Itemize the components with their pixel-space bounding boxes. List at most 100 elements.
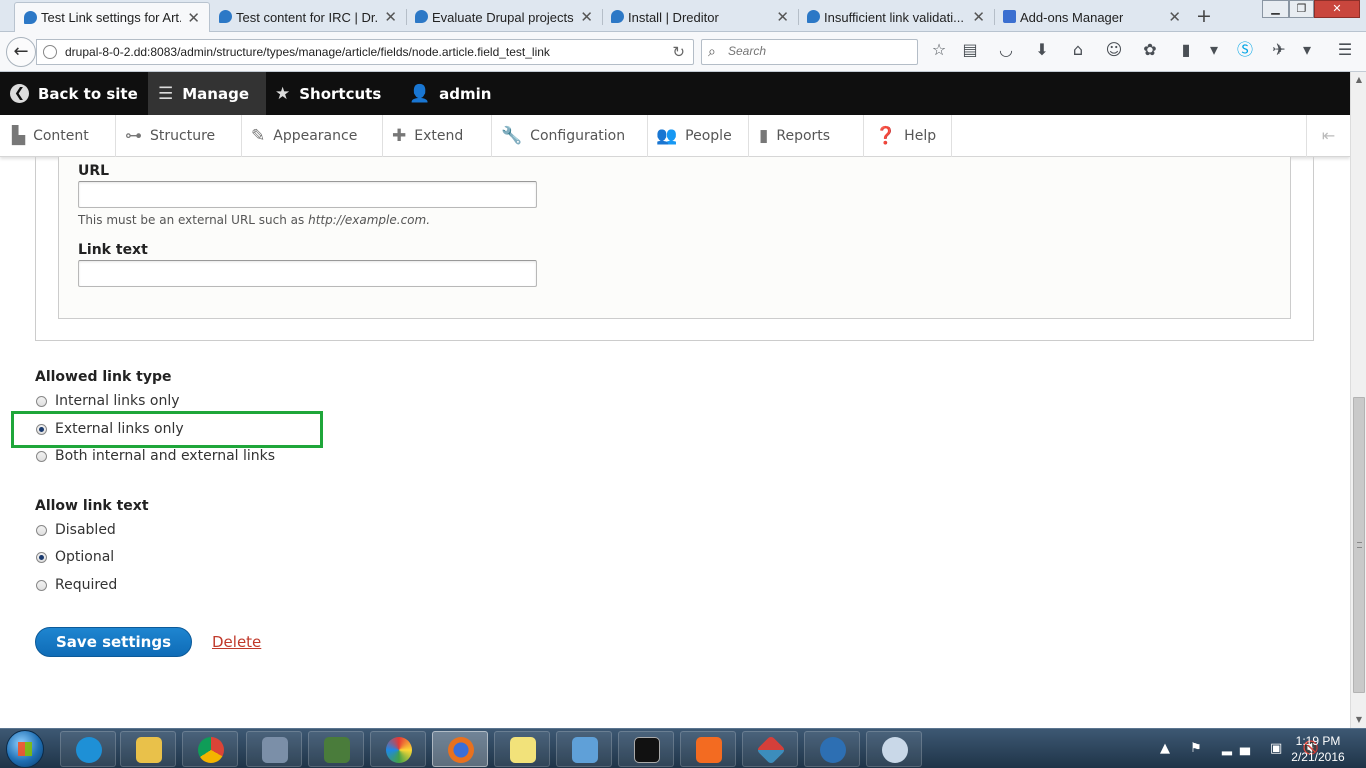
scroll-down-icon[interactable]: ▼ bbox=[1351, 712, 1366, 728]
home-icon[interactable]: ⌂ bbox=[1067, 40, 1089, 60]
radio-label: Optional bbox=[55, 549, 115, 565]
tab-close-icon[interactable]: ✕ bbox=[776, 8, 789, 26]
toolbar-manage-tab[interactable]: ☰ Manage bbox=[148, 72, 266, 115]
tab-close-icon[interactable]: ✕ bbox=[187, 9, 200, 27]
window-close-icon[interactable]: ✕ bbox=[1314, 0, 1360, 18]
drupal-favicon-icon bbox=[415, 10, 428, 23]
link-text-input[interactable] bbox=[78, 260, 537, 287]
back-to-site-link[interactable]: ❮ Back to site bbox=[0, 72, 148, 115]
collapse-tray-icon[interactable]: ⇤ bbox=[1306, 115, 1350, 157]
pocket-icon[interactable]: ◡ bbox=[995, 40, 1017, 60]
taskbar-git-app[interactable] bbox=[742, 731, 798, 767]
browser-tab-addons-manager[interactable]: Add-ons Manager ✕ bbox=[994, 2, 1190, 32]
dropdown-arrow-icon[interactable]: ▾ bbox=[1203, 40, 1225, 60]
radio-both-links[interactable]: Both internal and external links bbox=[36, 448, 275, 464]
radio-button[interactable] bbox=[36, 395, 47, 407]
taskbar-paint[interactable] bbox=[866, 731, 922, 767]
taskbar-firefox[interactable] bbox=[432, 731, 488, 767]
search-icon: ⌕ bbox=[708, 43, 716, 59]
clipboard-icon[interactable]: ▮ bbox=[1175, 40, 1197, 60]
taskbar-network-tool[interactable] bbox=[246, 731, 302, 767]
taskbar-internet-explorer[interactable] bbox=[60, 731, 116, 767]
allowed-link-type-title: Allowed link type bbox=[35, 369, 172, 385]
toolbar-shortcuts-tab[interactable]: ★ Shortcuts bbox=[266, 72, 400, 115]
browser-tab-evaluate-drupal[interactable]: Evaluate Drupal projects... ✕ bbox=[406, 2, 602, 32]
url-bar[interactable]: drupal-8-0-2.dd:8083/admin/structure/typ… bbox=[36, 39, 694, 65]
scroll-up-icon[interactable]: ▲ bbox=[1351, 72, 1366, 88]
radio-label: Disabled bbox=[55, 522, 116, 538]
tab-close-icon[interactable]: ✕ bbox=[580, 8, 593, 26]
tab-close-icon[interactable]: ✕ bbox=[1168, 8, 1181, 26]
delete-link[interactable]: Delete bbox=[212, 633, 261, 651]
skype-icon[interactable]: Ⓢ bbox=[1234, 40, 1256, 60]
radio-button-selected[interactable] bbox=[36, 551, 47, 563]
dropdown-arrow-icon[interactable]: ▾ bbox=[1296, 40, 1318, 60]
radio-optional[interactable]: Optional bbox=[36, 549, 114, 565]
tray-item-extend[interactable]: ✚ Extend bbox=[383, 115, 492, 157]
taskbar-security-app[interactable] bbox=[804, 731, 860, 767]
tray-item-help[interactable]: ❓ Help bbox=[864, 115, 952, 157]
scrollbar-thumb[interactable] bbox=[1353, 397, 1365, 693]
maximize-icon[interactable]: ❐ bbox=[1289, 0, 1314, 18]
save-settings-button[interactable]: Save settings bbox=[35, 627, 192, 657]
windows-start-icon[interactable] bbox=[6, 730, 44, 768]
radio-button[interactable] bbox=[36, 579, 47, 591]
paint-palette-icon bbox=[882, 737, 908, 763]
taskbar-color-app[interactable] bbox=[370, 731, 426, 767]
tray-item-content[interactable]: ▙ Content bbox=[0, 115, 116, 157]
shortcuts-label: Shortcuts bbox=[299, 84, 382, 103]
system-clock[interactable]: 1:19 PM 2/21/2016 bbox=[1283, 733, 1353, 765]
hamburger-menu-icon[interactable]: ☰ bbox=[1334, 40, 1356, 60]
tray-item-reports[interactable]: ▮ Reports bbox=[749, 115, 864, 157]
toolbar-user-tab[interactable]: 👤 admin bbox=[400, 72, 500, 115]
taskbar-network-connections[interactable] bbox=[308, 731, 364, 767]
browser-tab-test-link-settings[interactable]: Test Link settings for Art... ✕ bbox=[14, 2, 210, 32]
tab-close-icon[interactable]: ✕ bbox=[972, 8, 985, 26]
chat-icon[interactable]: ☺ bbox=[1103, 40, 1125, 60]
tab-label: Test Link settings for Art... bbox=[41, 10, 181, 25]
reading-list-icon[interactable]: ▤ bbox=[959, 40, 981, 60]
radio-button[interactable] bbox=[36, 450, 47, 462]
radio-button[interactable] bbox=[36, 524, 47, 536]
firefox-icon bbox=[448, 737, 474, 763]
tray-item-people[interactable]: 👥 People bbox=[648, 115, 749, 157]
tab-close-icon[interactable]: ✕ bbox=[384, 8, 397, 26]
extension-icon[interactable]: ✿ bbox=[1139, 40, 1161, 60]
minimize-icon[interactable]: ▁ bbox=[1262, 0, 1289, 18]
drupal-favicon-icon bbox=[24, 11, 37, 24]
search-input[interactable] bbox=[728, 44, 908, 58]
browser-tab-install-dreditor[interactable]: Install | Dreditor ✕ bbox=[602, 2, 798, 32]
scroll-grip-icon bbox=[1357, 542, 1362, 548]
radio-disabled[interactable]: Disabled bbox=[36, 522, 116, 538]
tab-label: Add-ons Manager bbox=[1020, 9, 1124, 25]
browser-tab-insufficient-link[interactable]: Insufficient link validati... ✕ bbox=[798, 2, 994, 32]
page-scrollbar[interactable]: ▲ ▼ bbox=[1350, 72, 1366, 728]
radio-internal-links-only[interactable]: Internal links only bbox=[36, 393, 180, 409]
taskbar-command-prompt[interactable] bbox=[618, 731, 674, 767]
browser-tab-test-content-irc[interactable]: Test content for IRC | Dr... ✕ bbox=[210, 2, 406, 32]
search-box[interactable]: ⌕ bbox=[701, 39, 918, 65]
tray-item-structure[interactable]: ⊶ Structure bbox=[116, 115, 242, 157]
paintbrush-icon: ✎ bbox=[251, 126, 266, 146]
url-input[interactable] bbox=[78, 181, 537, 208]
back-arrow-icon[interactable]: ← bbox=[6, 37, 36, 67]
download-icon[interactable]: ⬇ bbox=[1031, 40, 1053, 60]
taskbar-chrome[interactable] bbox=[182, 731, 238, 767]
drupal-admin-toolbar: ❮ Back to site ☰ Manage ★ Shortcuts 👤 ad… bbox=[0, 72, 1350, 115]
taskbar-xampp[interactable] bbox=[680, 731, 736, 767]
tray-item-configuration[interactable]: 🔧 Configuration bbox=[492, 115, 648, 157]
taskbar-file-explorer[interactable] bbox=[120, 731, 176, 767]
highlight-annotation-box bbox=[11, 411, 323, 448]
addon-icon[interactable]: ✈ bbox=[1268, 40, 1290, 60]
windows-taskbar: ▲ ⚑ ▂▄ ▣ 🔇 1:19 PM 2/21/2016 bbox=[0, 728, 1366, 768]
sticky-notes-icon bbox=[510, 737, 536, 763]
new-tab-icon[interactable]: + bbox=[1196, 5, 1212, 27]
control-panel-icon bbox=[572, 737, 598, 763]
radio-required[interactable]: Required bbox=[36, 577, 117, 593]
reload-icon[interactable]: ↻ bbox=[672, 43, 685, 61]
tray-item-appearance[interactable]: ✎ Appearance bbox=[242, 115, 383, 157]
taskbar-sticky-notes[interactable] bbox=[494, 731, 550, 767]
taskbar-control-panel[interactable] bbox=[556, 731, 612, 767]
clock-time: 1:19 PM bbox=[1295, 734, 1341, 748]
bookmark-star-icon[interactable]: ☆ bbox=[928, 40, 950, 60]
